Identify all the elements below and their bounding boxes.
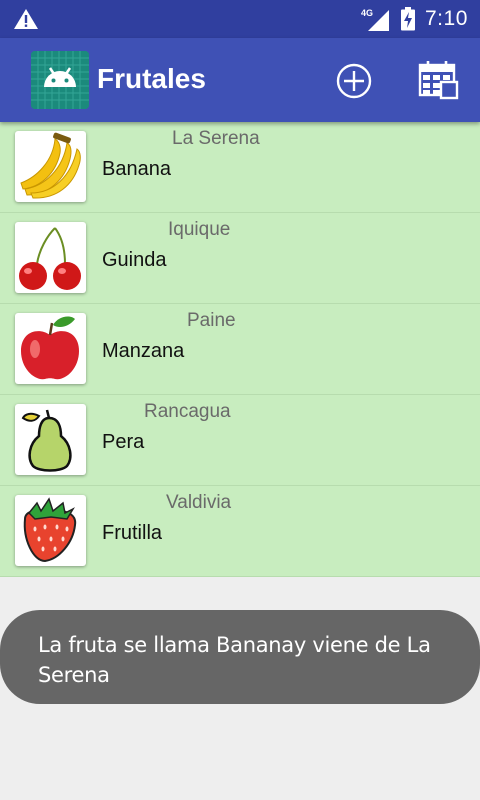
fruit-list: La Serena Banana Iquique Guinda Paine Ma… — [0, 122, 480, 577]
list-item[interactable]: Valdivia Frutilla — [0, 486, 480, 577]
city-label: La Serena — [172, 128, 260, 149]
fruit-name: Banana — [102, 158, 171, 180]
fruit-name: Manzana — [102, 340, 185, 362]
calendar-icon[interactable] — [417, 60, 459, 100]
fruit-name: Frutilla — [102, 522, 163, 544]
battery-charging-icon — [401, 7, 415, 31]
app-title: Frutales — [97, 63, 206, 94]
strawberry-icon — [15, 495, 86, 566]
fruit-name: Guinda — [102, 249, 167, 271]
list-item[interactable]: La Serena Banana — [0, 122, 480, 213]
city-label: Rancagua — [144, 401, 231, 422]
warning-icon — [14, 9, 38, 29]
toast-text: La fruta se llama Bananay viene de La Se… — [38, 633, 431, 687]
pear-icon — [15, 404, 86, 475]
app-logo-icon — [31, 51, 89, 109]
city-label: Paine — [187, 310, 236, 331]
add-circle-icon[interactable] — [335, 62, 373, 100]
city-label: Iquique — [168, 219, 231, 240]
signal-icon: 4G — [361, 8, 389, 31]
status-bar: 4G 7:10 — [0, 0, 480, 38]
network-type-label: 4G — [361, 8, 373, 18]
toast-message: La fruta se llama Bananay viene de La Se… — [0, 610, 480, 704]
banana-icon — [15, 131, 86, 202]
fruit-name: Pera — [102, 431, 145, 453]
list-item[interactable]: Rancagua Pera — [0, 395, 480, 486]
city-label: Valdivia — [166, 492, 232, 513]
list-item[interactable]: Paine Manzana — [0, 304, 480, 395]
list-item[interactable]: Iquique Guinda — [0, 213, 480, 304]
status-time: 7:10 — [425, 7, 468, 30]
app-bar: Frutales — [0, 38, 480, 122]
apple-icon — [15, 313, 86, 384]
cherry-icon — [15, 222, 86, 293]
